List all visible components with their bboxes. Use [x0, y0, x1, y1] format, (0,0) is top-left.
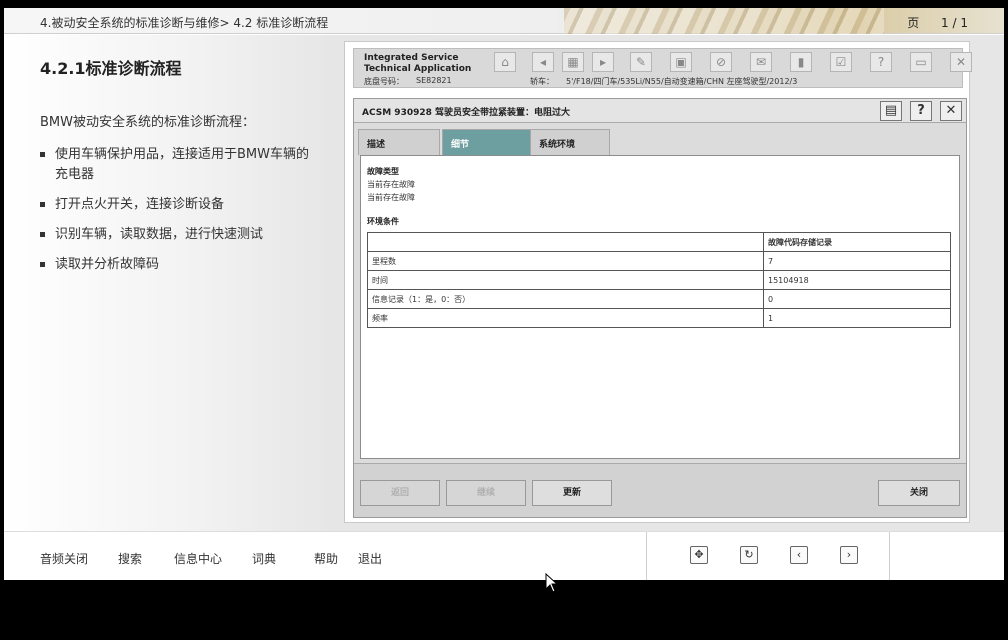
- fault-line: 当前存在故障: [367, 193, 415, 202]
- table-cell: 7: [763, 251, 951, 271]
- dialog-footer: 返回 继续 更新 关闭: [354, 463, 966, 517]
- table-cell: 里程数: [367, 251, 764, 271]
- intro-text: BMW被动安全系统的标准诊断流程：: [40, 115, 255, 130]
- refresh-icon[interactable]: ↻: [740, 546, 758, 564]
- fault-type-heading: 故障类型: [367, 167, 399, 176]
- dialog-title: ACSM 930928 驾驶员安全带拉紧装置：电阻过大: [362, 108, 571, 118]
- table-cell: 时间: [367, 270, 764, 290]
- info-center-button[interactable]: 信息中心: [174, 550, 222, 567]
- table-row: 频率 1: [367, 308, 951, 328]
- vehicle-label: 轿车：: [530, 77, 554, 86]
- home-icon[interactable]: ⌂: [494, 52, 516, 72]
- fit-icon[interactable]: ✥: [690, 546, 708, 564]
- ista-window: Integrated Service Technical Application…: [344, 41, 972, 523]
- mouse-cursor-icon: [545, 573, 559, 593]
- table-header: [367, 232, 764, 252]
- mail-icon[interactable]: ✉: [750, 52, 772, 72]
- bullet-icon: [40, 202, 45, 207]
- list-item: 读取并分析故障码: [40, 255, 320, 275]
- app-frame: 4.被动安全系统的标准诊断与维修> 4.2 标准诊断流程 页 1 / 1 4.2…: [0, 0, 1008, 640]
- minimize-icon[interactable]: ▭: [910, 52, 932, 72]
- search-button[interactable]: 搜索: [118, 550, 142, 567]
- fault-detail-dialog: ACSM 930928 驾驶员安全带拉紧装置：电阻过大 ▤ ? ✕ 描述 细节 …: [353, 98, 967, 518]
- table-header-row: 故障代码存储记录: [367, 232, 951, 252]
- page-value: 1 / 1: [941, 16, 968, 30]
- environment-heading: 环境条件: [367, 217, 399, 226]
- tab-description[interactable]: 描述: [358, 129, 440, 155]
- ista-brand: Integrated Service Technical Application: [364, 53, 472, 74]
- wrench-icon[interactable]: ✎: [630, 52, 652, 72]
- lesson-text-panel: 4.2.1标准诊断流程 BMW被动安全系统的标准诊断流程： 使用车辆保护用品，连…: [4, 35, 324, 531]
- close-icon[interactable]: ✕: [940, 101, 962, 121]
- bullet-icon: [40, 232, 45, 237]
- breadcrumb: 4.被动安全系统的标准诊断与维修> 4.2 标准诊断流程: [40, 16, 329, 30]
- back-icon[interactable]: ◂: [532, 52, 554, 72]
- back-button[interactable]: 返回: [360, 480, 440, 506]
- table-cell: 0: [763, 289, 951, 309]
- list-item: 识别车辆，读取数据，进行快速测试: [40, 225, 320, 245]
- step-list: 使用车辆保护用品，连接适用于BMW车辆的充电器 打开点火开关，连接诊断设备 识别…: [40, 145, 320, 285]
- training-viewer: 4.被动安全系统的标准诊断与维修> 4.2 标准诊断流程 页 1 / 1 4.2…: [4, 8, 1004, 580]
- dialog-titlebar: ACSM 930928 驾驶员安全带拉紧装置：电阻过大 ▤ ? ✕: [354, 99, 966, 123]
- header-bar: 4.被动安全系统的标准诊断与维修> 4.2 标准诊断流程 页 1 / 1: [4, 8, 1004, 34]
- chassis-label: 底盘号码：: [364, 77, 404, 86]
- list-item: 使用车辆保护用品，连接适用于BMW车辆的充电器: [40, 145, 320, 185]
- vehicle-info-bar: 底盘号码： SE82821 轿车： 5'/F18/四门车/535Li/N55/自…: [354, 75, 962, 88]
- next-icon[interactable]: ›: [840, 546, 858, 564]
- chassis-value: SE82821: [416, 76, 452, 85]
- link-icon[interactable]: ⊘: [710, 52, 732, 72]
- bottom-toolbar: 音频关闭 搜索 信息中心 词典 帮助 退出 ✥ ↻ ‹ ›: [4, 531, 1004, 580]
- environment-table: 故障代码存储记录 里程数 7 时间 15104918 信息记录（1：是，0：否）…: [367, 232, 951, 328]
- detail-content: 故障类型 当前存在故障 当前存在故障 环境条件 故障代码存储记录 里程数 7 时…: [360, 155, 960, 459]
- header-decoration: [564, 8, 884, 34]
- tab-system-environment[interactable]: 系统环境: [530, 129, 610, 155]
- check-icon[interactable]: ☑: [830, 52, 852, 72]
- table-cell: 信息记录（1：是，0：否）: [367, 289, 764, 309]
- vehicle-value: 5'/F18/四门车/535Li/N55/自动变速箱/CHN 左座驾驶型/201…: [566, 77, 798, 86]
- exit-button[interactable]: 退出: [358, 550, 382, 567]
- divider: [889, 532, 890, 580]
- help-icon[interactable]: ?: [910, 101, 932, 121]
- continue-button[interactable]: 继续: [446, 480, 526, 506]
- table-row: 里程数 7: [367, 251, 951, 271]
- monitor-icon[interactable]: ▣: [670, 52, 692, 72]
- screenshot-panel: Integrated Service Technical Application…: [324, 35, 1004, 531]
- help-icon[interactable]: ?: [870, 52, 892, 72]
- update-button[interactable]: 更新: [532, 480, 612, 506]
- dictionary-button[interactable]: 词典: [252, 550, 276, 567]
- list-item: 打开点火开关，连接诊断设备: [40, 195, 320, 215]
- divider: [646, 532, 647, 580]
- table-cell: 频率: [367, 308, 764, 328]
- bullet-icon: [40, 262, 45, 267]
- table-row: 信息记录（1：是，0：否） 0: [367, 289, 951, 309]
- diagram-icon[interactable]: ▦: [562, 52, 584, 72]
- table-row: 时间 15104918: [367, 270, 951, 290]
- table-header: 故障代码存储记录: [763, 232, 951, 252]
- close-icon[interactable]: ✕: [950, 52, 972, 72]
- page-label: 页: [907, 16, 920, 30]
- page-indicator: 页 1 / 1: [889, 14, 968, 31]
- prev-icon[interactable]: ‹: [790, 546, 808, 564]
- page-title: 4.2.1标准诊断流程: [40, 59, 182, 78]
- table-cell: 1: [763, 308, 951, 328]
- audio-off-button[interactable]: 音频关闭: [40, 550, 88, 567]
- table-cell: 15104918: [763, 270, 951, 290]
- forward-icon[interactable]: ▸: [592, 52, 614, 72]
- help-button[interactable]: 帮助: [314, 550, 338, 567]
- battery-icon[interactable]: ▮: [790, 52, 812, 72]
- ista-toolbar: Integrated Service Technical Application…: [353, 48, 972, 88]
- close-button[interactable]: 关闭: [878, 480, 960, 506]
- bullet-icon: [40, 152, 45, 157]
- print-icon[interactable]: ▤: [880, 101, 902, 121]
- fault-line: 当前存在故障: [367, 180, 415, 189]
